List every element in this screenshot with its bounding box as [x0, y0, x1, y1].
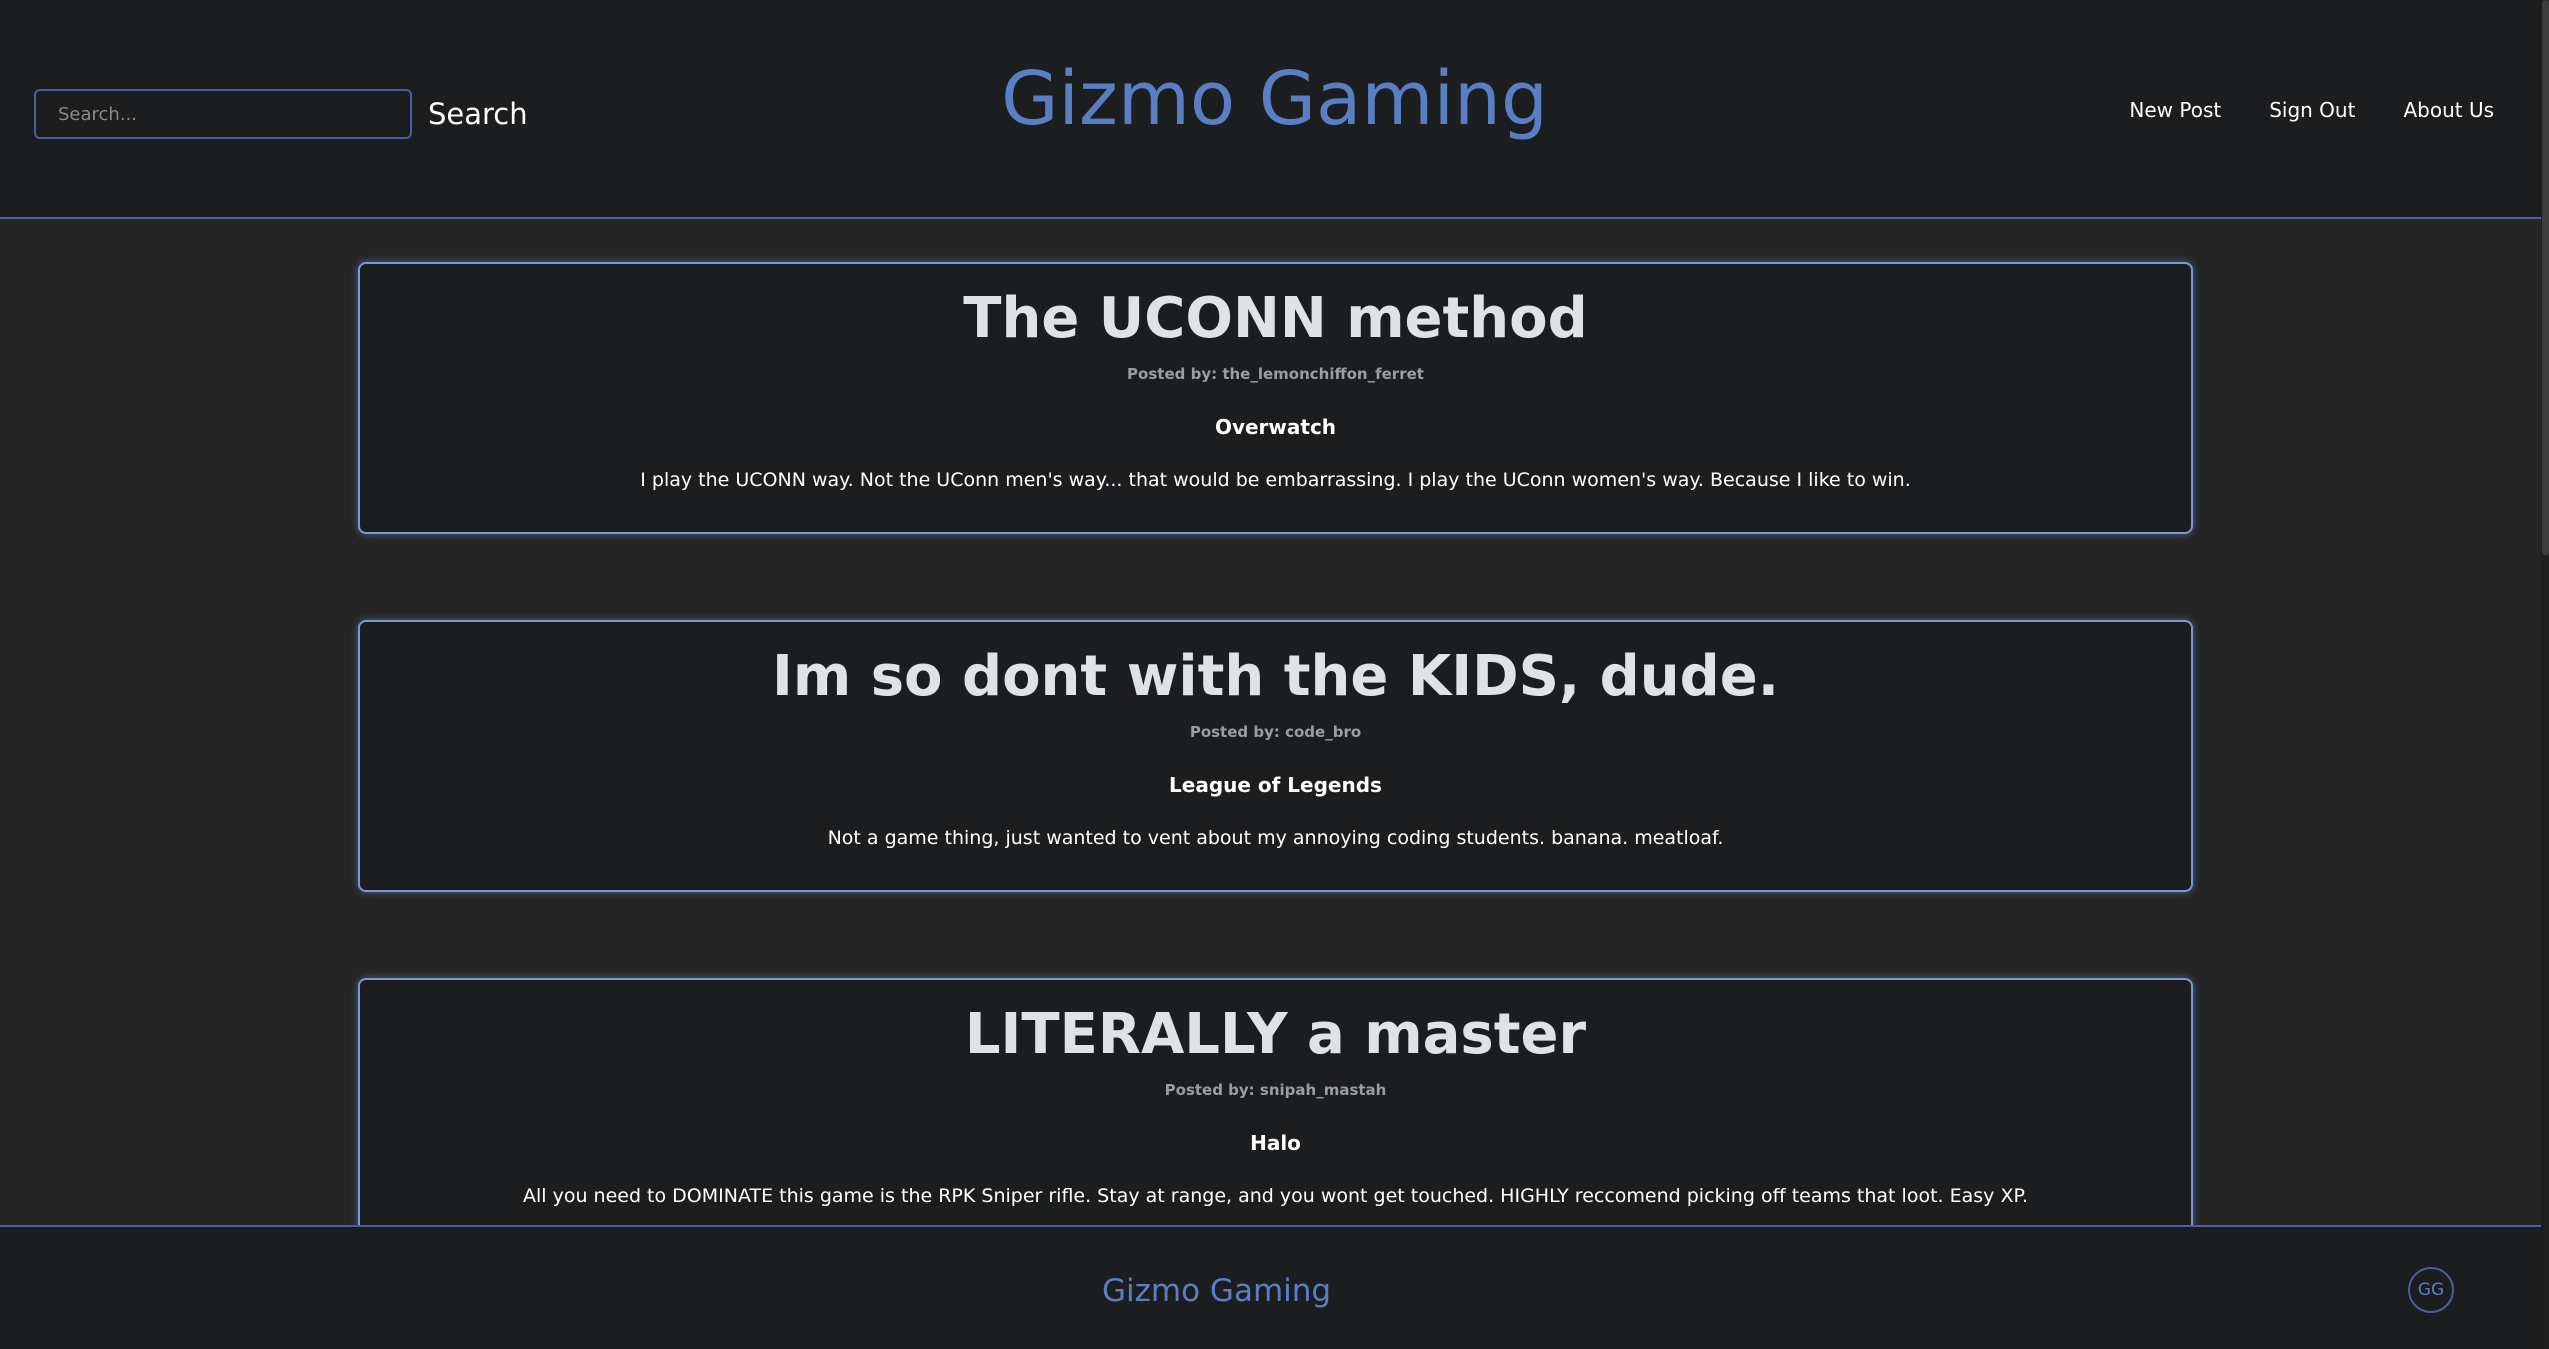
post-body: I play the UCONN way. Not the UConn men'… [640, 469, 1911, 491]
post-author: Posted by: the_lemonchiffon_ferret [1127, 365, 1424, 383]
post-game: League of Legends [1169, 773, 1382, 797]
post-card[interactable]: The UCONN method Posted by: the_lemonchi… [358, 262, 2193, 534]
nav-sign-out[interactable]: Sign Out [2269, 98, 2355, 122]
post-author: Posted by: code_bro [1189, 723, 1362, 741]
nav-about-us[interactable]: About Us [2403, 98, 2494, 122]
main-nav: New Post Sign Out About Us [2129, 98, 2494, 122]
post-body: Not a game thing, just wanted to vent ab… [827, 827, 1724, 849]
post-body: All you need to DOMINATE this game is th… [522, 1185, 2028, 1207]
post-game: Overwatch [1214, 415, 1337, 439]
site-header: Search Gizmo Gaming New Post Sign Out Ab… [0, 0, 2549, 219]
post-title[interactable]: Im so dont with the KIDS, dude. [360, 646, 2191, 708]
page: Search Gizmo Gaming New Post Sign Out Ab… [0, 0, 2549, 1349]
post-game: Halo [1250, 1131, 1301, 1155]
post-title[interactable]: LITERALLY a master [360, 1004, 2191, 1066]
nav-new-post[interactable]: New Post [2129, 98, 2221, 122]
post-card[interactable]: Im so dont with the KIDS, dude. Posted b… [358, 620, 2193, 892]
footer-title: Gizmo Gaming [1102, 1273, 1332, 1309]
post-card[interactable]: LITERALLY a master Posted by: snipah_mas… [358, 978, 2193, 1250]
site-footer: Gizmo Gaming GG [0, 1225, 2549, 1349]
post-title[interactable]: The UCONN method [360, 288, 2191, 350]
post-author: Posted by: snipah_mastah [1164, 1081, 1387, 1099]
scrollbar-thumb[interactable] [2542, 0, 2549, 555]
footer-logo-badge: GG [2408, 1267, 2454, 1313]
